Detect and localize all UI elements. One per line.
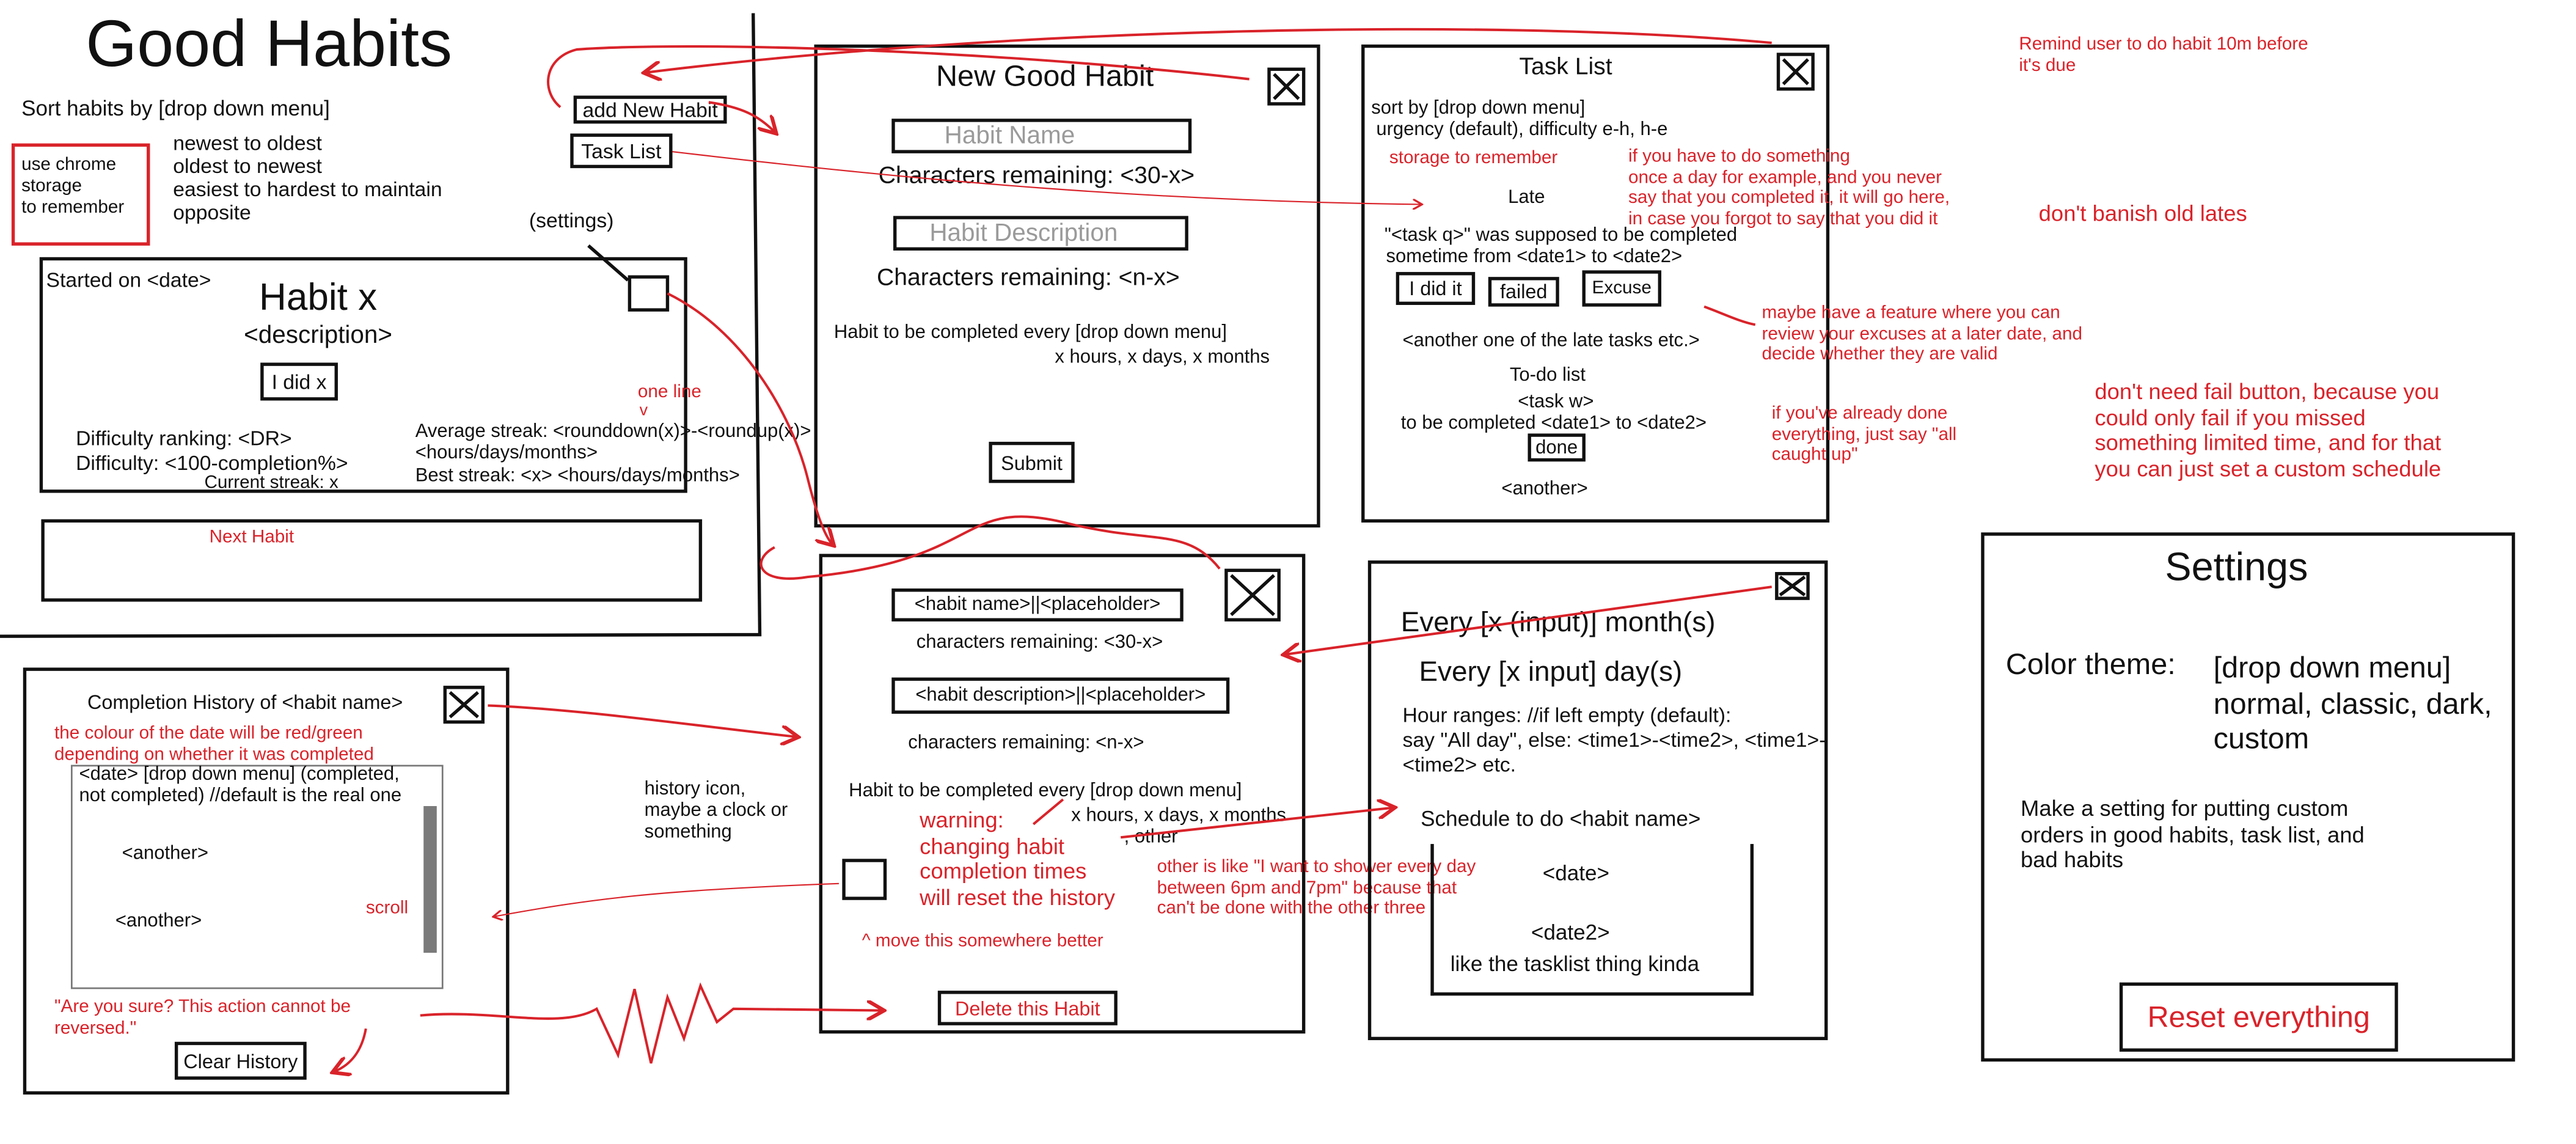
reset-history-warning: warning: changing habit completion times… (920, 807, 1115, 909)
delete-habit-label: Delete this Habit (955, 996, 1100, 1020)
settings-gear-icon[interactable] (628, 275, 670, 312)
i-did-x-button[interactable]: I did x (260, 362, 338, 401)
add-new-habit-button[interactable]: add New Habit (573, 95, 727, 124)
task-storage-note: storage to remember (1389, 148, 1558, 169)
todo-heading: To-do list (1509, 365, 1586, 386)
sort-option-3[interactable]: easiest to hardest to maintain (173, 178, 442, 202)
late-task-line-1: "<task q>" was supposed to be completed (1384, 226, 1738, 246)
another-late-task: <another one of the late tasks etc.> (1402, 331, 1700, 351)
late-heading: Late (1508, 188, 1545, 208)
sort-option-1[interactable]: newest to oldest (173, 132, 322, 156)
schedule-date2: <date2> (1531, 920, 1610, 945)
late-task-line-2: sometime from <date1> to <date2> (1386, 247, 1683, 267)
app-title: Good Habits (86, 8, 453, 81)
edit-schedule-label[interactable]: Habit to be completed every [drop down m… (849, 782, 1242, 804)
all-caught-up-note: if you've already done everything, just … (1771, 403, 1957, 466)
todo-task-line-2: to be completed <date1> to <date2> (1400, 414, 1707, 434)
next-habit-card[interactable] (41, 519, 703, 602)
edit-schedule-other: , other (1124, 827, 1178, 848)
custom-schedule-close-icon[interactable] (1775, 571, 1810, 600)
every-day-input[interactable]: Every [x input] day(s) (1419, 656, 1682, 689)
submit-button[interactable]: Submit (989, 441, 1075, 483)
tasklist-like-note: like the tasklist thing kinda (1450, 951, 1700, 976)
move-this-note: ^ move this somewhere better (862, 931, 1103, 952)
color-theme-label: Color theme: (2005, 648, 2176, 681)
schedule-options: x hours, x days, x months (1055, 348, 1270, 368)
task-sort-options: urgency (default), difficulty e-h, h-e (1376, 120, 1668, 141)
done-button[interactable]: done (1528, 433, 1586, 462)
reset-everything-button[interactable]: Reset everything (2119, 982, 2398, 1052)
current-streak: Current streak: x (204, 473, 338, 493)
difficulty: Difficulty: <100-completion%> (76, 452, 348, 475)
new-habit-title: New Good Habit (935, 59, 1154, 93)
storage-note: use chrome storage to remember (21, 155, 125, 219)
reminder-note: Remind user to do habit 10m before it's … (2019, 34, 2308, 76)
another-todo: <another> (1501, 479, 1588, 500)
sort-option-4[interactable]: opposite (173, 201, 251, 225)
one-line-arrow: v (639, 402, 648, 420)
habit-name-remaining: Characters remaining: <30-x> (878, 163, 1195, 190)
settings-title: Settings (2165, 545, 2308, 590)
schedule-label[interactable]: Habit to be completed every [drop down m… (834, 323, 1227, 345)
habit-started-date: Started on <date> (46, 268, 211, 292)
next-habit-label: Next Habit (209, 527, 295, 548)
average-streak-units: <hours/days/months> (415, 443, 598, 463)
i-did-it-button[interactable]: I did it (1396, 272, 1476, 306)
difficulty-ranking: Difficulty ranking: <DR> (76, 427, 292, 450)
no-fail-button-note: don't need fail button, because you coul… (2095, 379, 2442, 481)
history-close-icon[interactable] (443, 686, 485, 724)
habit-description: <description> (244, 321, 393, 350)
failed-button[interactable]: failed (1488, 277, 1559, 307)
excuses-review-note: maybe have a feature where you can revie… (1762, 303, 2083, 365)
task-list-button[interactable]: Task List (570, 133, 673, 169)
new-habit-close-icon[interactable] (1267, 67, 1306, 106)
history-icon-note: history icon, maybe a clock or something (644, 779, 788, 843)
settings-label: (settings) (529, 209, 614, 233)
date-colour-note: the colour of the date will be red/green… (54, 724, 374, 765)
scroll-note: scroll (365, 898, 409, 919)
best-streak: Best streak: <x> <hours/days/months> (415, 466, 740, 486)
schedule-date: <date> (1542, 860, 1610, 886)
habit-title: Habit x (259, 275, 378, 318)
habit-description-input[interactable]: Habit Description (893, 216, 1188, 251)
task-sort-label[interactable]: sort by [drop down menu] (1371, 99, 1585, 121)
edit-name-remaining: characters remaining: <30-x> (916, 632, 1163, 653)
custom-order-note: Make a setting for putting custom orders… (2021, 796, 2365, 873)
task-list-close-icon[interactable] (1776, 53, 1815, 91)
edit-habit-description-field[interactable]: <habit description>||<placeholder> (891, 677, 1230, 714)
edit-habit-close-icon[interactable] (1224, 568, 1281, 622)
every-month-input[interactable]: Every [x (input)] month(s) (1401, 607, 1716, 639)
history-entry-another-2: <another> (115, 911, 202, 932)
history-entry[interactable]: <date> [drop down menu] (completed, not … (79, 765, 401, 809)
delete-habit-button[interactable]: Delete this Habit (937, 991, 1118, 1025)
wireframe-canvas: Good Habits Sort habits by [drop down me… (0, 0, 2576, 1144)
once-a-day-note: if you have to do something once a day f… (1628, 147, 1950, 229)
todo-task-line-1: <task w> (1518, 392, 1594, 413)
history-title: Completion History of <habit name> (87, 691, 403, 714)
edit-habit-name-field[interactable]: <habit name>||<placeholder> (891, 588, 1184, 622)
habit-description-remaining: Characters remaining: <n-x> (877, 265, 1180, 292)
habit-name-input[interactable]: Habit Name (891, 119, 1192, 153)
task-list-title: Task List (1519, 54, 1612, 81)
dont-banish-note: don't banish old lates (2038, 201, 2247, 226)
sort-option-2[interactable]: oldest to newest (173, 155, 322, 179)
average-streak: Average streak: <rounddown(x)>-<roundup(… (415, 422, 811, 442)
history-clock-icon[interactable] (842, 859, 887, 900)
history-entry-another-1: <another> (122, 844, 209, 864)
hour-ranges[interactable]: Hour ranges: //if left empty (default): … (1402, 704, 1826, 778)
one-line-note: one line (637, 382, 701, 403)
sort-habits-label[interactable]: Sort habits by [drop down menu] (21, 96, 330, 122)
are-you-sure-note: "Are you sure? This action cannot be rev… (54, 997, 351, 1038)
history-scrollbar[interactable] (423, 806, 437, 953)
reset-everything-label: Reset everything (2147, 999, 2370, 1033)
excuse-button[interactable]: Excuse (1582, 270, 1661, 307)
schedule-heading: Schedule to do <habit name> (1421, 806, 1701, 831)
edit-description-remaining: characters remaining: <n-x> (908, 733, 1144, 754)
clear-history-button[interactable]: Clear History (174, 1041, 307, 1080)
color-theme-dropdown[interactable]: [drop down menu] normal, classic, dark, … (2214, 651, 2492, 758)
